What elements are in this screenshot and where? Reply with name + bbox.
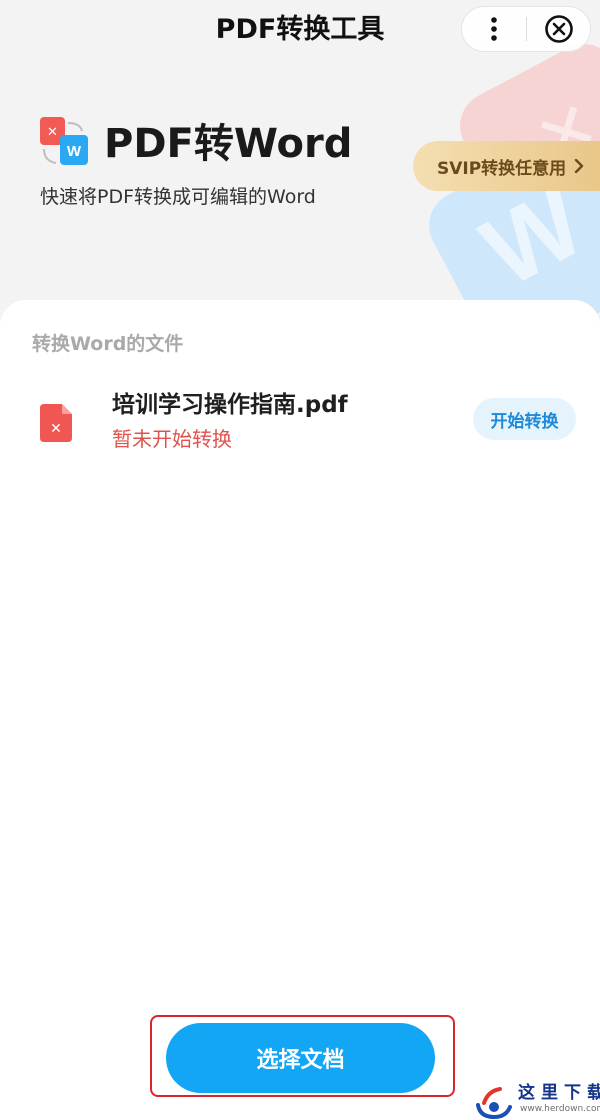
start-convert-button[interactable]: 开始转换 (473, 398, 576, 440)
hero-title: PDF转Word (104, 121, 353, 167)
close-circle-icon (545, 15, 573, 43)
watermark-url: www.herdown.com (520, 1104, 600, 1114)
section-label: 转换Word的文件 (32, 333, 184, 355)
close-button[interactable] (527, 7, 591, 51)
pdf-to-word-icon: ✕ W (40, 117, 88, 165)
chevron-right-icon (574, 159, 584, 173)
svg-text:W: W (67, 143, 82, 160)
svip-label: SVIP转换任意用 (437, 158, 567, 179)
mini-program-capsule (461, 6, 591, 52)
hero-subtitle: 快速将PDF转换成可编辑的Word (40, 186, 316, 208)
watermark-logo-icon (476, 1087, 512, 1120)
more-dots-icon (491, 17, 497, 41)
file-status: 暂未开始转换 (112, 427, 232, 451)
select-document-button[interactable]: 选择文档 (166, 1023, 435, 1093)
file-list-item: ✕ 培训学习操作指南.pdf 暂未开始转换 开始转换 (0, 380, 600, 470)
more-button[interactable] (462, 7, 526, 51)
svg-text:✕: ✕ (47, 125, 58, 140)
file-name: 培训学习操作指南.pdf (112, 392, 348, 418)
hero-banner: ✕ W PDF转换工具 ✕ W PDF转Word 快速将PDF转换成可编辑的Wo… (0, 0, 600, 330)
watermark-title: 这里下载 (518, 1083, 600, 1102)
pdf-file-icon: ✕ (40, 404, 72, 442)
svip-button[interactable]: SVIP转换任意用 (413, 141, 600, 191)
svg-text:✕: ✕ (50, 421, 62, 437)
